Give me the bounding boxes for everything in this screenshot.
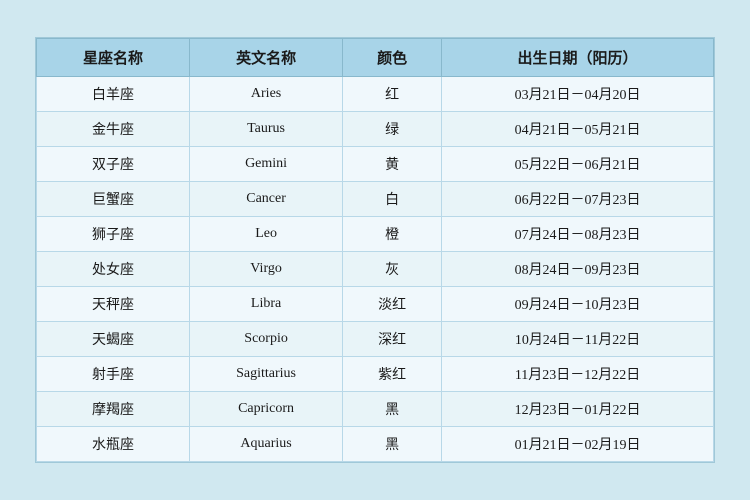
zodiac-table: 星座名称 英文名称 颜色 出生日期（阳历） 白羊座Aries红03月21日－04…	[36, 38, 714, 462]
table-header-row: 星座名称 英文名称 颜色 出生日期（阳历）	[37, 39, 714, 77]
cell-dates: 05月22日－06月21日	[442, 147, 714, 182]
cell-dates: 11月23日－12月22日	[442, 357, 714, 392]
cell-color: 深红	[343, 322, 442, 357]
cell-color: 绿	[343, 112, 442, 147]
cell-english: Taurus	[190, 112, 343, 147]
col-header-color: 颜色	[343, 39, 442, 77]
cell-english: Libra	[190, 287, 343, 322]
table-row: 摩羯座Capricorn黑12月23日－01月22日	[37, 392, 714, 427]
cell-color: 白	[343, 182, 442, 217]
zodiac-table-container: 星座名称 英文名称 颜色 出生日期（阳历） 白羊座Aries红03月21日－04…	[35, 37, 715, 463]
cell-english: Scorpio	[190, 322, 343, 357]
table-row: 天秤座Libra淡红09月24日－10月23日	[37, 287, 714, 322]
cell-dates: 01月21日－02月19日	[442, 427, 714, 462]
cell-dates: 08月24日－09月23日	[442, 252, 714, 287]
cell-english: Sagittarius	[190, 357, 343, 392]
cell-english: Aries	[190, 77, 343, 112]
cell-chinese: 巨蟹座	[37, 182, 190, 217]
cell-english: Virgo	[190, 252, 343, 287]
table-row: 巨蟹座Cancer白06月22日－07月23日	[37, 182, 714, 217]
cell-english: Leo	[190, 217, 343, 252]
cell-chinese: 狮子座	[37, 217, 190, 252]
cell-english: Cancer	[190, 182, 343, 217]
cell-dates: 03月21日－04月20日	[442, 77, 714, 112]
cell-dates: 10月24日－11月22日	[442, 322, 714, 357]
cell-color: 黄	[343, 147, 442, 182]
cell-dates: 07月24日－08月23日	[442, 217, 714, 252]
col-header-dates: 出生日期（阳历）	[442, 39, 714, 77]
cell-chinese: 天蝎座	[37, 322, 190, 357]
table-row: 金牛座Taurus绿04月21日－05月21日	[37, 112, 714, 147]
cell-chinese: 水瓶座	[37, 427, 190, 462]
table-row: 天蝎座Scorpio深红10月24日－11月22日	[37, 322, 714, 357]
cell-color: 灰	[343, 252, 442, 287]
cell-color: 橙	[343, 217, 442, 252]
cell-dates: 09月24日－10月23日	[442, 287, 714, 322]
cell-color: 淡红	[343, 287, 442, 322]
cell-chinese: 处女座	[37, 252, 190, 287]
cell-color: 紫红	[343, 357, 442, 392]
cell-chinese: 射手座	[37, 357, 190, 392]
cell-chinese: 天秤座	[37, 287, 190, 322]
cell-dates: 04月21日－05月21日	[442, 112, 714, 147]
cell-chinese: 双子座	[37, 147, 190, 182]
table-row: 水瓶座Aquarius黑01月21日－02月19日	[37, 427, 714, 462]
cell-chinese: 白羊座	[37, 77, 190, 112]
table-row: 处女座Virgo灰08月24日－09月23日	[37, 252, 714, 287]
cell-english: Aquarius	[190, 427, 343, 462]
cell-dates: 12月23日－01月22日	[442, 392, 714, 427]
cell-english: Gemini	[190, 147, 343, 182]
table-row: 狮子座Leo橙07月24日－08月23日	[37, 217, 714, 252]
table-row: 白羊座Aries红03月21日－04月20日	[37, 77, 714, 112]
table-row: 双子座Gemini黄05月22日－06月21日	[37, 147, 714, 182]
cell-english: Capricorn	[190, 392, 343, 427]
cell-chinese: 金牛座	[37, 112, 190, 147]
col-header-chinese: 星座名称	[37, 39, 190, 77]
cell-dates: 06月22日－07月23日	[442, 182, 714, 217]
cell-chinese: 摩羯座	[37, 392, 190, 427]
table-body: 白羊座Aries红03月21日－04月20日金牛座Taurus绿04月21日－0…	[37, 77, 714, 462]
table-row: 射手座Sagittarius紫红11月23日－12月22日	[37, 357, 714, 392]
cell-color: 红	[343, 77, 442, 112]
cell-color: 黑	[343, 392, 442, 427]
cell-color: 黑	[343, 427, 442, 462]
col-header-english: 英文名称	[190, 39, 343, 77]
